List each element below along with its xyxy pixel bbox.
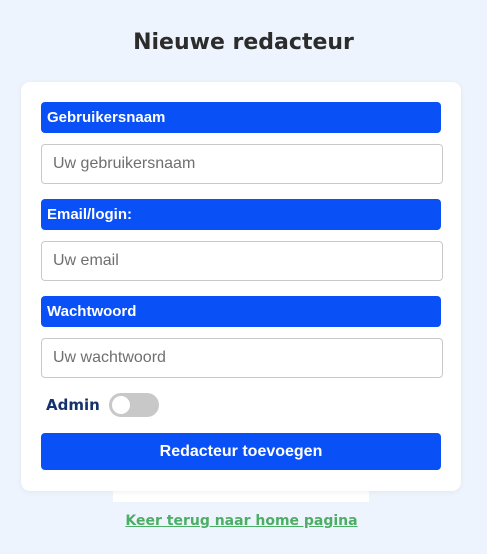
- add-editor-button[interactable]: Redacteur toevoegen: [41, 433, 441, 470]
- password-label: Wachtwoord: [41, 296, 441, 327]
- admin-toggle[interactable]: [108, 393, 159, 417]
- password-input[interactable]: [41, 338, 443, 378]
- back-home-link[interactable]: Keer terug naar home pagina: [0, 513, 483, 529]
- email-label: Email/login:: [41, 199, 441, 230]
- username-label: Gebruikersnaam: [41, 102, 441, 133]
- admin-label: Admin: [46, 396, 100, 414]
- page-title: Nieuwe redacteur: [133, 30, 354, 55]
- username-input[interactable]: [41, 144, 443, 184]
- toggle-knob: [111, 396, 130, 414]
- email-input[interactable]: [41, 241, 443, 281]
- admin-row: Admin: [46, 392, 159, 418]
- editor-form-card: Gebruikersnaam Email/login: Wachtwoord A…: [21, 82, 461, 491]
